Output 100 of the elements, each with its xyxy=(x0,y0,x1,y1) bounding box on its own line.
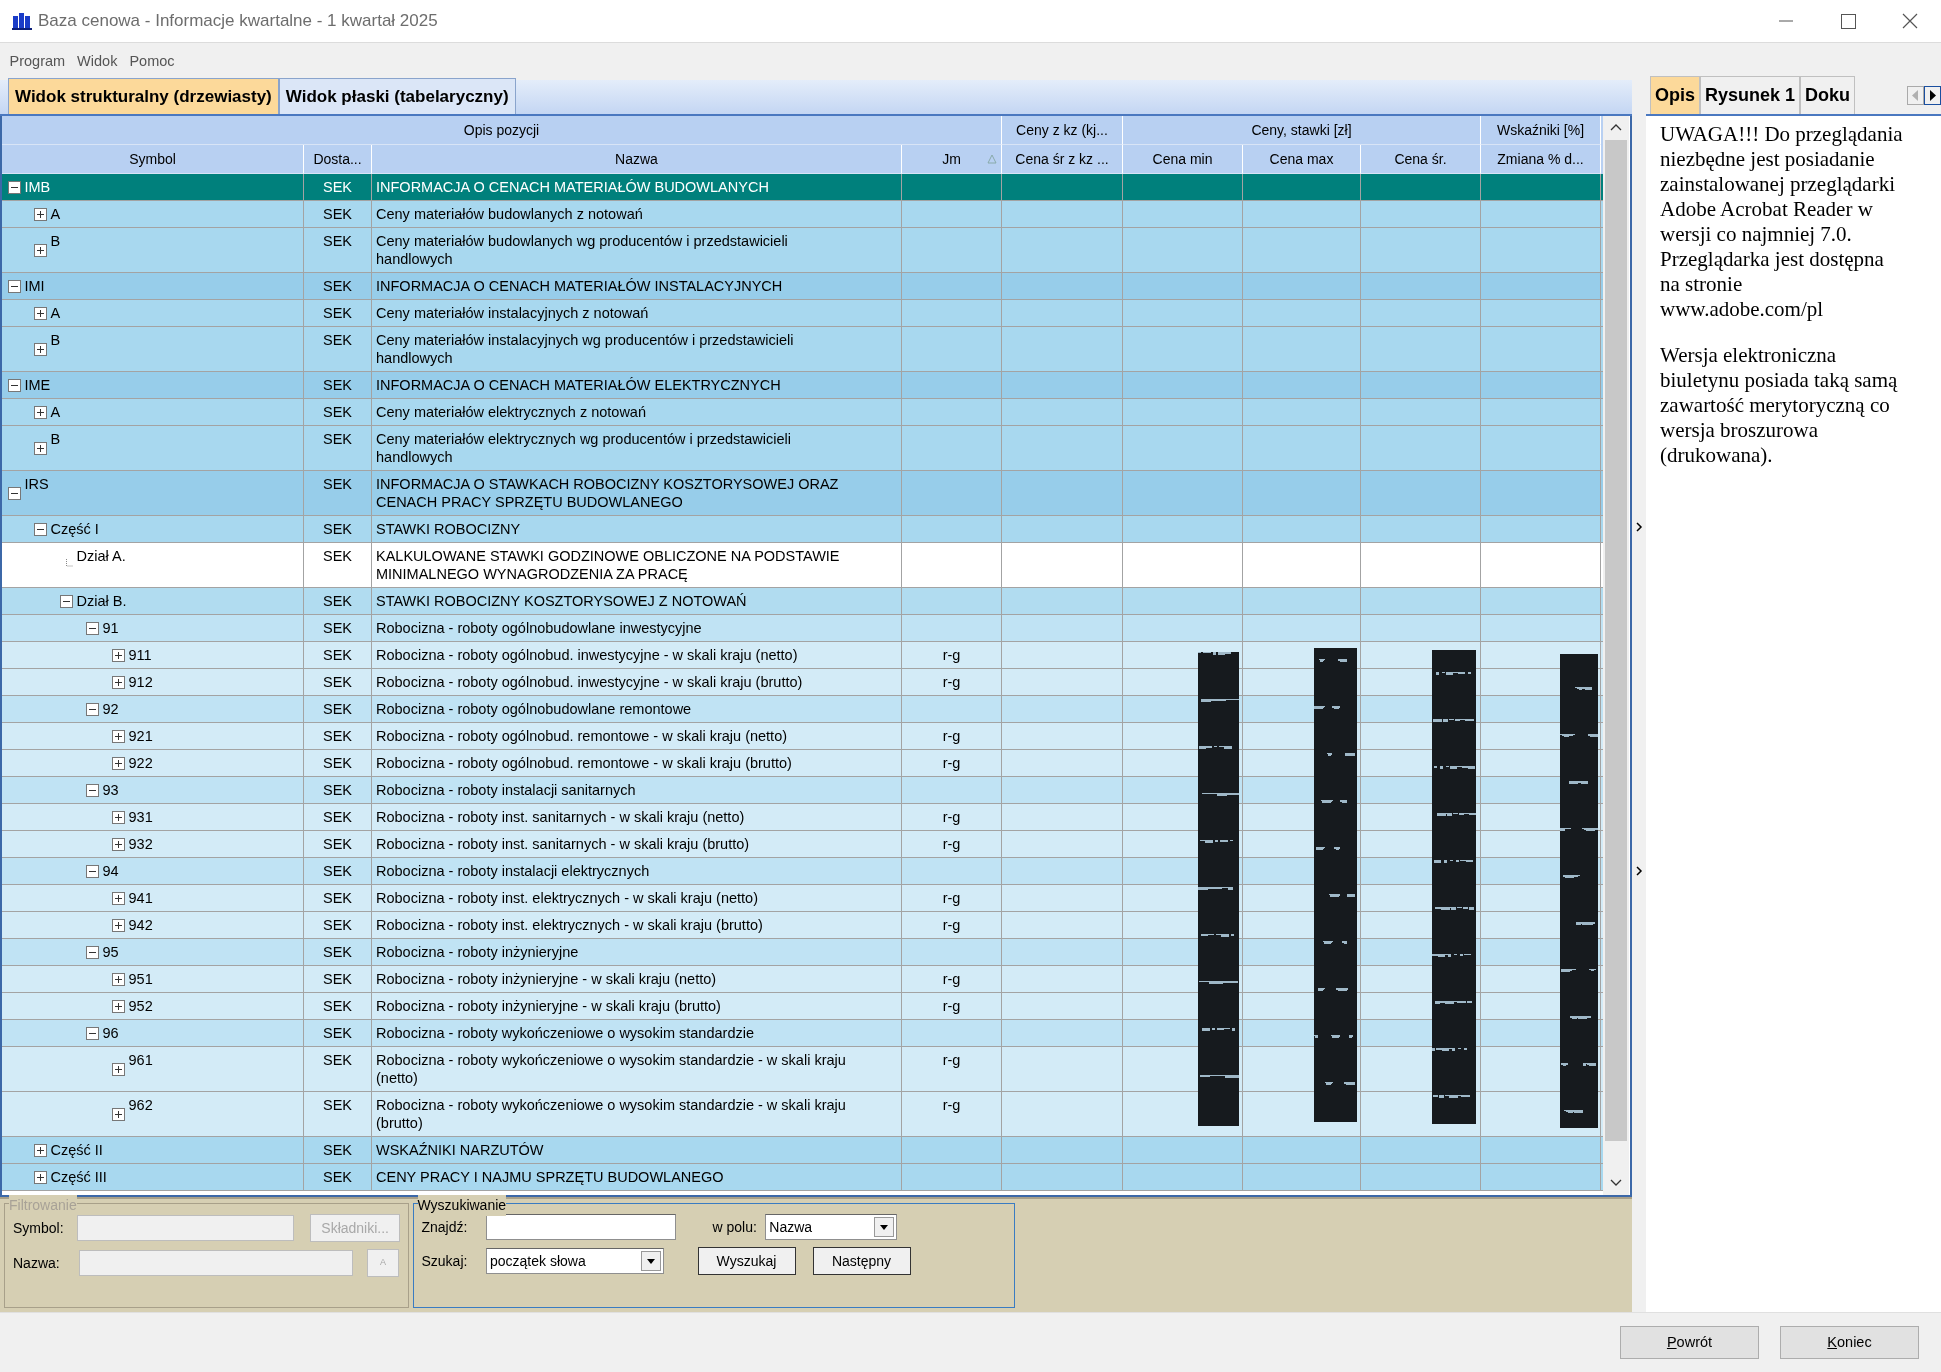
expand-icon[interactable] xyxy=(112,918,125,932)
next-button[interactable]: Następny xyxy=(812,1247,911,1275)
collapse-icon[interactable] xyxy=(86,864,99,878)
table-row[interactable]: B SEK Ceny materiałów instalacyjnych wg producentów i przedstawicieli handlowych xyxy=(2,327,1603,372)
table-row[interactable]: Część I SEK STAWKI ROBOCIZNY xyxy=(2,516,1603,543)
tree-label[interactable]: IMB xyxy=(24,178,51,196)
table-row[interactable]: IMI SEK INFORMACJA O CENACH MATERIAŁÓW INSTALACYJNYCH xyxy=(2,273,1603,300)
expand-icon[interactable] xyxy=(112,675,125,689)
tree-label[interactable]: Część I xyxy=(50,520,99,538)
scroll-thumb[interactable] xyxy=(1605,140,1627,1141)
expand-icon[interactable] xyxy=(112,1107,125,1121)
collapse-icon[interactable] xyxy=(86,945,99,959)
collapse-icon[interactable] xyxy=(8,378,21,392)
panel-tab[interactable]: Opis xyxy=(1650,76,1700,114)
tree-label[interactable]: 95 xyxy=(102,943,119,961)
input-field[interactable] xyxy=(485,1214,676,1240)
collapse-icon[interactable] xyxy=(8,486,21,500)
collapse-icon[interactable] xyxy=(60,594,73,608)
chevron-right-icon[interactable] xyxy=(1634,520,1644,534)
tree-label[interactable]: 951 xyxy=(128,970,153,988)
table-row[interactable]: Dział A. SEK KALKULOWANE STAWKI GODZINOWE OBLICZONE NA PODSTAWIE MINIMALNEGO WYNAGRODZENIA ZA PRACĘ xyxy=(2,543,1603,588)
panel-tab[interactable]: Rysunek 1 xyxy=(1700,76,1801,114)
expand-icon[interactable] xyxy=(112,1062,125,1076)
expand-icon[interactable] xyxy=(112,648,125,662)
expand-icon[interactable] xyxy=(34,306,47,320)
view-tab[interactable]: Widok strukturalny (drzewiasty) xyxy=(8,77,279,114)
end-button[interactable]: Koniec xyxy=(1780,1326,1919,1359)
tree-label[interactable]: Dział A. xyxy=(76,547,126,583)
expand-icon[interactable] xyxy=(34,1170,47,1184)
dropdown[interactable]: Nazwa xyxy=(764,1214,897,1240)
collapse-icon[interactable] xyxy=(34,522,47,536)
tree-label[interactable]: B xyxy=(50,232,61,268)
tree-label[interactable]: 93 xyxy=(102,781,119,799)
panel-tab[interactable]: Doku xyxy=(1800,76,1856,114)
tree-label[interactable]: 921 xyxy=(128,727,153,745)
expand-icon[interactable] xyxy=(34,1143,47,1157)
tree-label[interactable]: IMI xyxy=(24,277,45,295)
menu-item[interactable]: Program xyxy=(3,50,72,73)
table-row[interactable]: IMB SEK INFORMACJA O CENACH MATERIAŁÓW BUDOWLANYCH xyxy=(2,174,1603,201)
table-row[interactable]: B SEK Ceny materiałów elektrycznych wg producentów i przedstawicieli handlowych xyxy=(2,426,1603,471)
tree-label[interactable]: A xyxy=(50,205,61,223)
tree-label[interactable]: 911 xyxy=(128,646,152,664)
chevron-right-icon[interactable] xyxy=(1634,864,1644,878)
expand-icon[interactable] xyxy=(34,207,47,221)
table-row[interactable]: 962 SEK Robocizna - roboty wykończeniowe o wysokim standardzie - w skali kraju (brutto) r-g xyxy=(2,1092,1603,1137)
tree-label[interactable]: 962 xyxy=(128,1096,153,1132)
tree-label[interactable]: 94 xyxy=(102,862,119,880)
table-row[interactable]: B SEK Ceny materiałów budowlanych wg producentów i przedstawicieli handlowych xyxy=(2,228,1603,273)
expand-icon[interactable] xyxy=(112,810,125,824)
tree-label[interactable]: 912 xyxy=(128,673,153,691)
back-button[interactable]: Powrót xyxy=(1620,1326,1759,1359)
collapse-icon[interactable] xyxy=(86,1026,99,1040)
expand-icon[interactable] xyxy=(112,756,125,770)
tree-label[interactable]: 932 xyxy=(128,835,153,853)
tab-scroll-right-icon[interactable] xyxy=(1924,85,1941,105)
search-button[interactable]: Wyszukaj xyxy=(697,1247,796,1275)
collapse-icon[interactable] xyxy=(8,180,21,194)
tree-label[interactable]: 931 xyxy=(128,808,153,826)
collapse-icon[interactable] xyxy=(8,279,21,293)
table-row[interactable]: Część II SEK WSKAŹNIKI NARZUTÓW xyxy=(2,1137,1603,1164)
collapse-icon[interactable] xyxy=(86,702,99,716)
expand-icon[interactable] xyxy=(112,972,125,986)
tree-label[interactable]: Część II xyxy=(50,1141,103,1159)
tree-label[interactable]: A xyxy=(50,304,61,322)
expand-icon[interactable] xyxy=(112,891,125,905)
tree-label[interactable]: 952 xyxy=(128,997,153,1015)
table-row[interactable]: Dział B. SEK STAWKI ROBOCIZNY KOSZTORYSOWEJ Z NOTOWAŃ xyxy=(2,588,1603,615)
tree-label[interactable]: Część III xyxy=(50,1168,107,1186)
tree-label[interactable]: B xyxy=(50,331,61,367)
table-row[interactable]: 91 SEK Robocizna - roboty ogólnobudowlane inwestycyjne xyxy=(2,615,1603,642)
tree-label[interactable]: 96 xyxy=(102,1024,119,1042)
table-row[interactable]: A SEK Ceny materiałów elektrycznych z notowań xyxy=(2,399,1603,426)
dropdown[interactable]: początek słowa xyxy=(485,1248,664,1274)
tree-label[interactable]: IRS xyxy=(24,475,49,511)
table-row[interactable]: IME SEK INFORMACJA O CENACH MATERIAŁÓW ELEKTRYCZNYCH xyxy=(2,372,1603,399)
tree-label[interactable]: A xyxy=(50,403,61,421)
tree-label[interactable]: 941 xyxy=(128,889,153,907)
table-row[interactable]: Część III SEK CENY PRACY I NAJMU SPRZĘTU BUDOWLANEGO xyxy=(2,1164,1603,1191)
expand-icon[interactable] xyxy=(34,441,47,455)
scrollbar[interactable] xyxy=(1603,116,1629,1195)
tree-label[interactable]: 922 xyxy=(128,754,153,772)
tree-label[interactable]: 92 xyxy=(102,700,119,718)
collapse-icon[interactable] xyxy=(86,783,99,797)
table-row[interactable]: A SEK Ceny materiałów budowlanych z notowań xyxy=(2,201,1603,228)
table-row[interactable]: A SEK Ceny materiałów instalacyjnych z notowań xyxy=(2,300,1603,327)
tree-label[interactable]: Dział B. xyxy=(76,592,127,610)
expand-icon[interactable] xyxy=(34,243,47,257)
tree-label[interactable]: B xyxy=(50,430,61,466)
tree-label[interactable]: 942 xyxy=(128,916,153,934)
expand-icon[interactable] xyxy=(112,729,125,743)
expand-icon[interactable] xyxy=(112,999,125,1013)
menu-item[interactable]: Pomoc xyxy=(123,50,181,73)
tree-label[interactable]: 961 xyxy=(128,1051,153,1087)
table-row[interactable]: 911 SEK Robocizna - roboty ogólnobud. inwestycyjne - w skali kraju (netto) r-g xyxy=(2,642,1603,669)
tree-label[interactable]: 91 xyxy=(102,619,119,637)
table-row[interactable]: IRS SEK INFORMACJA O STAWKACH ROBOCIZNY KOSZTORYSOWEJ ORAZ CENACH PRACY SPRZĘTU BUDOWLANEGO xyxy=(2,471,1603,516)
expand-icon[interactable] xyxy=(34,342,47,356)
menu-item[interactable]: Widok xyxy=(71,50,124,73)
tree-label[interactable]: IME xyxy=(24,376,51,394)
collapse-icon[interactable] xyxy=(86,621,99,635)
